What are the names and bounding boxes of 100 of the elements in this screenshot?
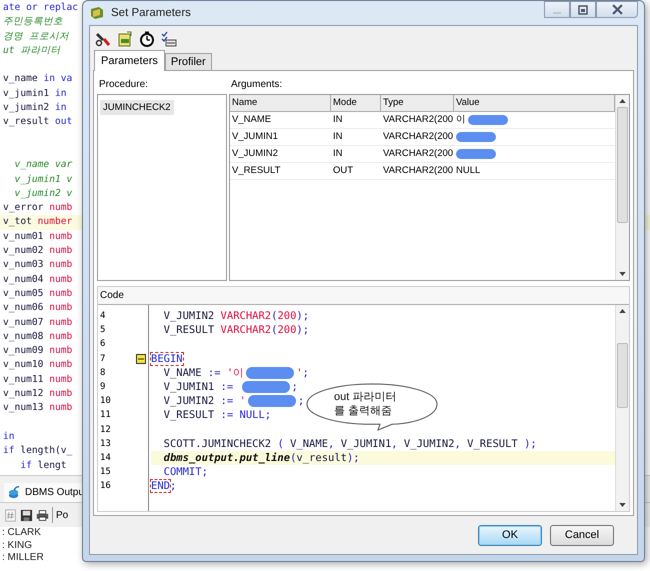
code-line: ate or replac <box>3 2 78 13</box>
line-number: 10 <box>99 396 112 406</box>
procedure-item[interactable]: JUMINCHECK2 <box>100 100 174 115</box>
column-header[interactable]: Type <box>381 95 454 111</box>
app-icon <box>89 5 105 21</box>
code-line: V_JUMIN2 := ' ; <box>162 395 304 408</box>
code-label: Code <box>98 287 629 304</box>
code-line: v_num11 numb <box>3 374 72 385</box>
column-header[interactable]: Mode <box>331 95 381 111</box>
code-line: v_jumin2 in <box>3 102 67 114</box>
code-line: v_num02 numb <box>3 245 72 256</box>
code-line: 경명 프로시저 <box>3 30 69 42</box>
line-number: 4 <box>99 311 106 322</box>
arguments-label: Arguments: <box>230 78 284 92</box>
dialog-button[interactable]: Cancel <box>550 524 614 546</box>
close-button[interactable] <box>596 1 638 18</box>
code-line: V_JUMIN2 VARCHAR2(200); <box>162 310 310 322</box>
callout-bubble: out 파라미터 를 출력해줌 <box>306 383 438 431</box>
window-title: Set Parameters <box>111 7 191 19</box>
table-cell-text: VARCHAR2(200 <box>382 113 454 127</box>
tab[interactable]: Profiler <box>164 53 212 70</box>
code-line: v_name var <box>14 159 72 170</box>
scroll-up-icon[interactable] <box>619 309 626 313</box>
table-cell-text: VARCHAR2(200 <box>382 147 454 161</box>
procedure-label: Procedure: <box>98 78 149 92</box>
code-line: v_num13 numb <box>3 402 72 414</box>
code-line: if length(v_ <box>3 445 72 456</box>
line-number: 11 <box>99 410 112 420</box>
tab[interactable]: Parameters <box>94 50 165 71</box>
maximize-icon <box>578 4 588 14</box>
code-line: v_num12 numb <box>3 388 72 400</box>
code-line: V_JUMIN1 := ; <box>162 380 298 393</box>
table-cell-text: OUT <box>332 164 354 178</box>
line-number: 16 <box>99 481 112 492</box>
table-cell-text: VARCHAR2(200 <box>382 164 454 178</box>
scroll-up-icon[interactable] <box>619 99 626 103</box>
line-number: 12 <box>99 424 112 435</box>
code-line: v_num07 numb <box>3 316 72 328</box>
scrollbar[interactable] <box>615 305 629 511</box>
line-number: 5 <box>99 325 106 336</box>
column-header[interactable]: Name <box>230 95 331 111</box>
code-line: ut 파라미터 <box>3 44 60 56</box>
table-cell-text: V_JUMIN2 <box>231 147 279 161</box>
code-line: v_num01 numb <box>3 230 72 242</box>
code-line: in <box>3 430 15 442</box>
checklist-icon[interactable] <box>161 31 177 47</box>
table-cell[interactable]: 이 <box>454 112 615 128</box>
code-line: v_result out <box>3 116 72 128</box>
code-line: v_tot number <box>3 216 72 228</box>
table-cell[interactable]: NULL <box>454 163 615 179</box>
tools-icon[interactable] <box>95 31 111 47</box>
close-icon <box>612 4 622 15</box>
line-number: 9 <box>99 382 106 392</box>
code-line: v_num08 numb <box>3 330 72 342</box>
stopwatch-icon[interactable] <box>139 31 155 47</box>
table-cell-text: IN <box>332 147 344 161</box>
table-cell-text: IN <box>332 113 344 127</box>
code-line: COMMIT; <box>162 466 208 478</box>
output-line: : KING <box>2 540 32 552</box>
dialog-button[interactable]: OK <box>478 524 542 546</box>
scrollbar[interactable] <box>615 95 629 280</box>
line-number: 7 <box>99 354 106 364</box>
code-line: if lengt <box>19 460 67 470</box>
code-line: V_RESULT := NULL; <box>162 409 272 422</box>
code-line: v_error numb <box>3 202 72 214</box>
code-line: v_jumin1 in <box>3 88 67 99</box>
code-line: V_RESULT VARCHAR2(200); <box>162 324 310 336</box>
toolbar-label: Po <box>56 510 68 520</box>
output-line: : CLARK <box>2 527 41 540</box>
code-line: v_name in va <box>3 73 72 84</box>
table-cell-text: V_RESULT <box>231 164 282 178</box>
scroll-down-icon[interactable] <box>619 503 626 507</box>
code-line: v_num06 numb <box>3 302 72 314</box>
table-cell-text: V_NAME <box>231 113 272 127</box>
code-line: v_num09 numb <box>3 345 72 356</box>
code-line: SCOTT.JUMINCHECK2 ( V_NAME, V_JUMIN1, V_JUMIN2, V_RESULT ); <box>162 438 537 450</box>
code-line: dbms_output.put_line(v_result); <box>162 452 360 464</box>
line-number: 6 <box>99 339 106 350</box>
code-line: v_jumin2 v <box>14 188 72 199</box>
line-number: 14 <box>99 452 112 463</box>
table-cell-text: IN <box>332 130 344 144</box>
printer-icon[interactable] <box>36 508 49 522</box>
collapse-icon[interactable] <box>136 354 146 364</box>
code-line: v_jumin1 v <box>14 174 72 185</box>
scroll-down-icon[interactable] <box>619 272 626 276</box>
code-line: v_num10 numb <box>3 359 72 370</box>
maximize-button[interactable] <box>570 1 596 18</box>
code-line: v_num03 numb <box>3 259 72 270</box>
code-line: v_num05 numb <box>3 288 72 299</box>
save-icon[interactable] <box>20 508 33 522</box>
document-icon[interactable] <box>117 31 133 47</box>
line-number: 13 <box>99 438 112 449</box>
line-number: 8 <box>99 368 106 378</box>
output-line: : MILLER <box>2 552 44 564</box>
database-icon <box>8 486 21 499</box>
code-line: v_num04 numb <box>3 274 72 285</box>
table-cell-text: VARCHAR2(200 <box>382 130 454 144</box>
code-line: BEGIN <box>151 352 183 365</box>
code-line: 주민등록번호 <box>3 16 63 28</box>
code-line: V_NAME := '이 '; <box>162 366 309 379</box>
